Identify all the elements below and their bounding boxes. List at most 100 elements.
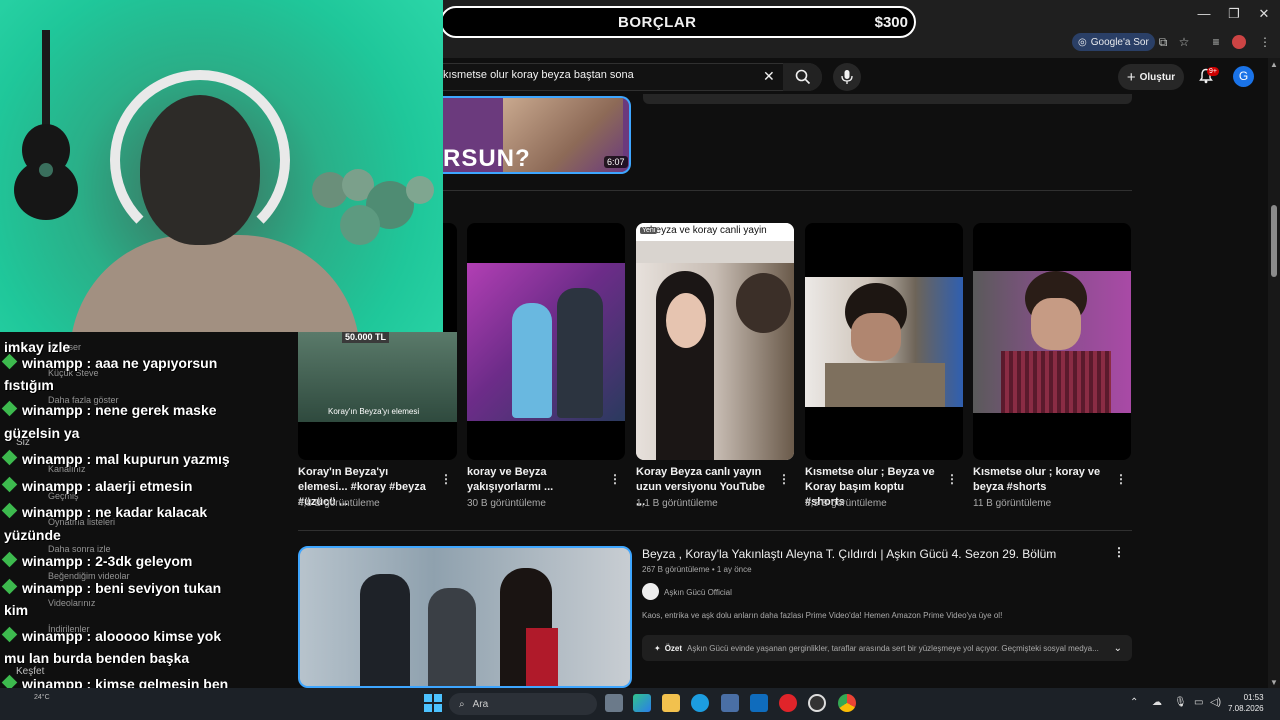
person-face [851,313,901,361]
chat-message-text: mu lan burda benden başka [4,650,190,666]
video-metadata: 267 B görüntüleme • 1 ay önce [642,565,752,574]
sparkle-icon: ✦ [654,643,661,653]
search-icon [795,69,810,85]
short-overlay-text: Koray'ın Beyza'yı elemesi [328,407,420,416]
more-options-icon[interactable]: ⋮ [609,472,621,486]
short-views: 5,5 B görüntüleme [805,498,887,509]
system-clock[interactable]: 01:53 7.08.2026 [1228,692,1264,714]
moderator-diamond-icon [1,476,18,493]
taskbar-search[interactable]: ⌕ Ara [449,693,597,715]
more-options-icon[interactable]: ⋮ [778,472,790,486]
person-hair [736,273,791,333]
moderator-diamond-icon [1,449,18,466]
outlook-icon[interactable] [750,694,768,712]
reading-list-icon[interactable]: ≡ [1208,34,1224,50]
network-icon[interactable]: ▭ [1194,697,1203,708]
more-options-icon[interactable]: ⋮ [1113,545,1125,559]
section-divider [298,530,1132,531]
person-face [666,293,706,348]
more-options-icon[interactable]: ⋮ [1115,472,1127,486]
install-icon[interactable]: ⧉ [1155,34,1171,50]
section-divider [443,190,1132,191]
webcam-overlay [0,0,443,332]
chrome-icon[interactable] [838,694,856,712]
bookmark-star-icon[interactable]: ☆ [1176,34,1192,50]
channel-avatar[interactable] [642,583,659,600]
profile-icon[interactable] [1232,35,1246,49]
ai-summary-box[interactable]: ✦ Özet Aşkın Gücü evinde yaşanan gerginl… [642,635,1132,661]
start-button[interactable] [424,694,442,717]
search-icon: ⌕ [459,698,465,710]
scrollbar-track[interactable] [1268,58,1280,688]
scroll-down-icon[interactable]: ▼ [1270,678,1278,687]
chat-message-text: kim [4,602,29,618]
mic-tray-icon[interactable]: 🎙 [1174,697,1187,708]
more-options-icon[interactable]: ⋮ [946,472,958,486]
short-title[interactable]: koray ve Beyza yakışıyorlarmı ... [467,465,601,495]
notification-count-badge: 9+ [1207,67,1219,76]
person-figure [428,588,476,686]
short-views: 1,1 B görüntüleme [636,498,718,509]
edge-icon[interactable] [691,694,709,712]
task-view-icon[interactable] [605,694,623,712]
clock-date: 7.08.2026 [1228,704,1264,713]
more-options-icon[interactable]: ⋮ [440,472,452,486]
copilot-icon[interactable] [633,694,651,712]
create-label: Oluştur [1139,71,1176,83]
short-card-2[interactable] [467,223,625,460]
short-views: 30 B görüntüleme [467,498,546,509]
chat-message: kim [4,599,28,621]
thumbnail-caption: RSUN? [443,145,531,172]
plus-icon: + [1126,68,1136,86]
opera-icon[interactable] [779,694,797,712]
search-button[interactable] [783,63,822,91]
chat-message: winampp : alaerji etmesin [1,475,192,497]
chat-message: winampp : nene gerek maske [1,399,217,421]
chat-message: yüzünde [4,524,61,546]
volume-icon[interactable]: ◁) [1210,697,1221,708]
create-button[interactable]: + Oluştur [1118,64,1184,90]
close-window-icon[interactable]: ✕ [1252,4,1276,24]
chevron-up-icon[interactable]: ⌃ [1130,697,1138,708]
chat-message: winampp : beni seviyon tukan [1,577,221,599]
moderator-diamond-icon [1,502,18,519]
moderator-diamond-icon [1,551,18,568]
scrollbar-thumb[interactable] [1271,205,1277,277]
video-duration: 6:07 [604,156,628,168]
taskbar-search-label: Ara [472,698,489,710]
store-icon[interactable] [721,694,739,712]
short-card-4[interactable] [805,223,963,460]
plush-toys [312,169,434,245]
chat-message: winampp : 2-3dk geleyom [1,550,192,572]
person-face [1031,298,1081,350]
expand-chevron-icon[interactable]: ⌄ [1114,643,1122,654]
weather-widget[interactable]: 24°C [34,694,50,701]
chat-message: mu lan burda benden başka [4,647,189,669]
cloud-icon[interactable]: ☁ [1152,697,1162,708]
short-title[interactable]: Kısmetse olur ; koray ve beyza #shorts [973,465,1107,495]
scroll-up-icon[interactable]: ▲ [1270,60,1278,69]
sidebar-item[interactable]: Videolarınız [48,598,95,608]
chat-message-text: winampp : nene gerek maske [22,402,217,418]
chat-message: güzelsin ya [4,422,79,444]
short-card-5[interactable] [973,223,1131,460]
maximize-icon[interactable]: ❐ [1222,4,1246,24]
clear-search-icon[interactable]: ✕ [763,68,775,85]
video-thumbnail[interactable] [298,546,632,688]
short-card-3[interactable]: beyza ve koray canli yayin Yeni [636,223,794,460]
voice-search-button[interactable] [833,63,861,91]
headphones [110,70,290,250]
summary-text: Aşkın Gücü evinde yaşanan gerginlikler, … [687,643,1099,653]
channel-name[interactable]: Aşkın Gücü Official [664,588,732,597]
account-avatar[interactable]: G [1233,66,1254,87]
person-figure [512,303,552,418]
file-explorer-icon[interactable] [662,694,680,712]
menu-dots-icon[interactable]: ⋮ [1257,34,1273,50]
minimize-icon[interactable]: — [1192,4,1216,24]
person-figure [360,574,410,686]
video-title[interactable]: Beyza , Koray'la Yakınlaştı Aleyna T. Çı… [642,547,1056,561]
debt-amount: $300 [874,13,908,31]
opera-gx-icon[interactable] [808,694,826,712]
search-query[interactable]: kısmetse olur koray beyza baştan sona [443,69,634,81]
google-sor-button[interactable]: ◎ Google'a Sor [1072,33,1155,51]
